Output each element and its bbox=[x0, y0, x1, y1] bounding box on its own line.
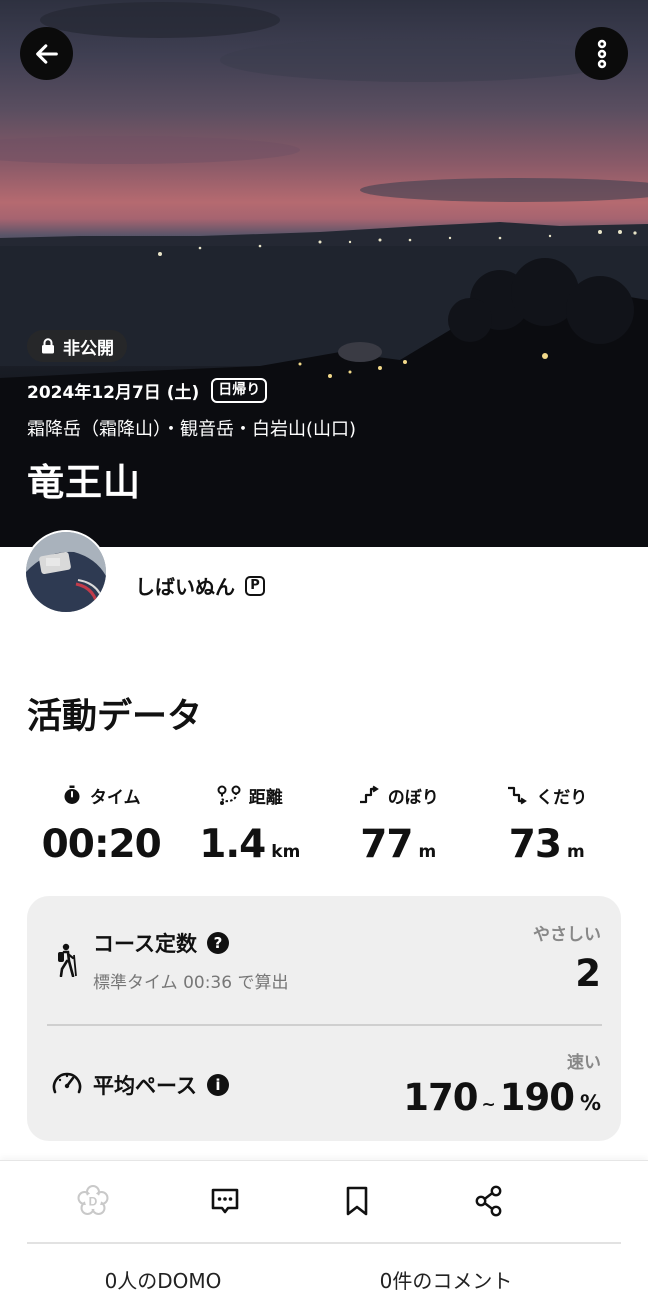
hero-photo: 非公開 2024年12月7日 (土) 日帰り 霜降岳（霜降山）・観音岳・白岩山(… bbox=[0, 0, 648, 547]
section-title: 活動データ bbox=[27, 697, 203, 737]
more-vertical-icon bbox=[597, 39, 606, 68]
stat-value: 73 bbox=[508, 822, 562, 867]
stat-label: くだり bbox=[506, 780, 587, 810]
comment-button[interactable] bbox=[159, 1179, 291, 1223]
bottom-action-bar: D 0人のDOMO 0件のコメント bbox=[0, 1160, 648, 1304]
stat-value: 77 bbox=[360, 822, 413, 867]
back-button[interactable] bbox=[20, 27, 73, 80]
stats-row: タイム 00:20 距離 1.4 km のぼり 77 m くだり 73 m bbox=[27, 780, 621, 867]
average-pace-title: 平均ペース i bbox=[93, 1070, 229, 1100]
domo-flower-icon: D bbox=[77, 1185, 109, 1215]
lock-icon bbox=[42, 338, 54, 354]
pace-range: 170 ~ 190 % bbox=[403, 1076, 601, 1119]
stat-descent: くだり 73 m bbox=[473, 780, 622, 867]
user-name: しばいぬん bbox=[135, 575, 235, 599]
bookmark-icon bbox=[346, 1186, 368, 1216]
stat-time: タイム 00:20 bbox=[27, 780, 176, 867]
route-icon bbox=[217, 785, 241, 805]
stat-value: 00:20 bbox=[41, 822, 162, 867]
privacy-badge: 非公開 bbox=[27, 330, 127, 362]
stat-unit: m bbox=[567, 842, 585, 862]
share-button[interactable] bbox=[423, 1179, 555, 1223]
arrow-left-icon bbox=[35, 43, 58, 64]
stat-unit: km bbox=[271, 842, 301, 862]
mountain-names[interactable]: 霜降岳（霜降山）・観音岳・白岩山(山口) bbox=[27, 415, 356, 441]
info-icon[interactable]: i bbox=[206, 1074, 229, 1096]
activity-date: 2024年12月7日 (土) bbox=[27, 383, 200, 403]
user-name-row[interactable]: しばいぬん P bbox=[135, 571, 265, 600]
reaction-counts: 0人のDOMO 0件のコメント bbox=[0, 1265, 648, 1294]
bookmark-button[interactable] bbox=[291, 1179, 423, 1223]
privacy-label: 非公開 bbox=[63, 338, 114, 359]
svg-text:D: D bbox=[89, 1195, 98, 1209]
action-buttons: D bbox=[27, 1179, 621, 1223]
ascent-icon bbox=[359, 785, 379, 804]
descent-icon bbox=[508, 786, 528, 805]
stat-unit: m bbox=[418, 842, 437, 862]
hiker-icon bbox=[58, 943, 77, 977]
more-options-button[interactable] bbox=[575, 27, 628, 80]
domo-button[interactable]: D bbox=[27, 1179, 159, 1223]
stat-label: タイム bbox=[62, 780, 141, 810]
premium-badge-icon: P bbox=[245, 575, 265, 596]
stat-value: 1.4 bbox=[199, 822, 266, 867]
course-constant-value: 2 bbox=[575, 952, 601, 995]
difficulty-card: コース定数 ? 標準タイム 00:36 で算出 やさしい 2 平均ペース i 速… bbox=[27, 896, 621, 1141]
activity-title: 竜王山 bbox=[27, 461, 141, 504]
stopwatch-icon bbox=[64, 785, 80, 804]
avatar[interactable] bbox=[24, 530, 108, 614]
course-constant-subtitle: 標準タイム 00:36 で算出 bbox=[93, 973, 289, 993]
comment-icon bbox=[211, 1188, 239, 1214]
stat-label: 距離 bbox=[217, 780, 283, 810]
difficulty-label: やさしい bbox=[533, 925, 601, 945]
stat-distance: 距離 1.4 km bbox=[176, 780, 325, 867]
trip-type-badge: 日帰り bbox=[211, 378, 268, 403]
date-row: 2024年12月7日 (土) 日帰り bbox=[27, 378, 268, 403]
course-constant-title: コース定数 ? bbox=[93, 928, 229, 958]
comment-count[interactable]: 0件のコメント bbox=[300, 1265, 648, 1294]
divider bbox=[47, 1024, 602, 1026]
speedometer-icon bbox=[52, 1072, 82, 1094]
stat-label: のぼり bbox=[358, 780, 439, 810]
help-icon[interactable]: ? bbox=[206, 932, 229, 954]
domo-count[interactable]: 0人のDOMO bbox=[0, 1265, 300, 1294]
pace-speed-label: 速い bbox=[567, 1053, 601, 1073]
share-icon bbox=[475, 1185, 502, 1217]
stat-ascent: のぼり 77 m bbox=[324, 780, 473, 867]
divider bbox=[27, 1242, 621, 1244]
avatar-image bbox=[26, 532, 106, 612]
course-constant-row[interactable]: コース定数 ? 標準タイム 00:36 で算出 やさしい 2 bbox=[27, 896, 621, 1024]
